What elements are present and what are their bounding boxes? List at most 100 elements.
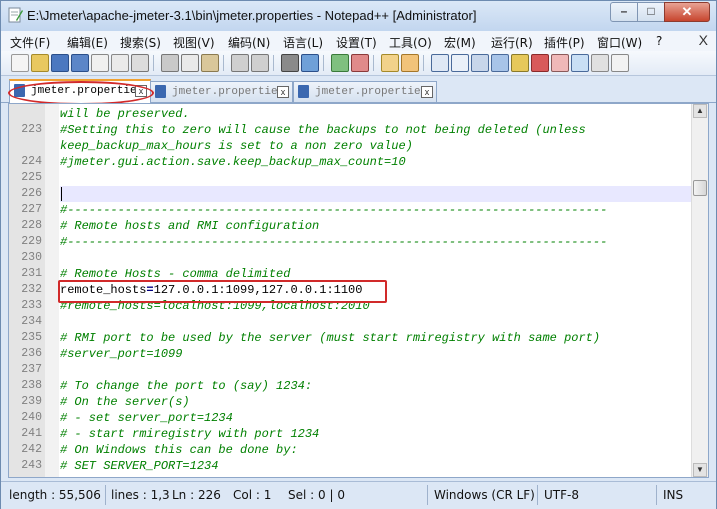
close-icon: ✕	[681, 4, 693, 19]
sync-horizontal-icon[interactable]	[401, 54, 419, 72]
minimize-button[interactable]: –	[610, 2, 638, 22]
code-line[interactable]: #jmeter.gui.action.save.keep_backup_max_…	[60, 154, 406, 170]
scroll-thumb[interactable]	[693, 180, 707, 196]
code-line[interactable]: # To change the port to (say) 1234:	[60, 378, 312, 394]
file-icon	[155, 85, 166, 98]
title-bar[interactable]: E:\Jmeter\apache-jmeter-3.1\bin\jmeter.p…	[1, 1, 716, 31]
line-number: 224	[21, 155, 42, 168]
close-file-icon[interactable]	[91, 54, 109, 72]
code-line[interactable]: # On the server(s)	[60, 394, 190, 410]
status-encoding[interactable]: UTF-8	[544, 486, 579, 504]
toolbar-separator	[423, 55, 424, 71]
open-file-icon[interactable]	[31, 54, 49, 72]
code-line[interactable]: # - set server_port=1234	[60, 410, 233, 426]
code-line[interactable]: #---------------------------------------…	[60, 234, 607, 250]
folder-workspace-icon[interactable]	[551, 54, 569, 72]
line-number: 232	[21, 283, 42, 296]
stop-macro-icon[interactable]	[611, 54, 629, 72]
user-language-icon[interactable]	[491, 54, 509, 72]
menu-run[interactable]: 运行(R)	[491, 34, 533, 51]
menu-tools[interactable]: 工具(O)	[389, 34, 432, 51]
code-line[interactable]: # RMI port to be used by the server (mus…	[60, 330, 600, 346]
fold-margin[interactable]	[45, 104, 59, 477]
print-icon[interactable]	[131, 54, 149, 72]
close-document-button[interactable]: X	[699, 32, 708, 48]
copy-icon[interactable]	[181, 54, 199, 72]
word-wrap-icon[interactable]	[431, 54, 449, 72]
status-bar: length : 55,506 lines : 1,3 Ln : 226 Col…	[1, 481, 716, 509]
line-number: 237	[21, 363, 42, 376]
close-button[interactable]: ✕	[664, 2, 710, 22]
toolbar	[1, 51, 716, 76]
scroll-up-icon[interactable]: ▲	[693, 104, 707, 118]
status-sel: Sel : 0 | 0	[288, 488, 345, 502]
monitoring-icon[interactable]	[571, 54, 589, 72]
code-line[interactable]: will be preserved.	[60, 106, 190, 122]
doc-map-icon[interactable]	[511, 54, 529, 72]
tab-label: jmeter.properties	[172, 86, 285, 98]
find-icon[interactable]	[281, 54, 299, 72]
line-number: 240	[21, 411, 42, 424]
redo-icon[interactable]	[251, 54, 269, 72]
record-macro-icon[interactable]	[591, 54, 609, 72]
zoom-out-icon[interactable]	[351, 54, 369, 72]
cut-icon[interactable]	[161, 54, 179, 72]
line-number: 234	[21, 315, 42, 328]
tab-label: jmeter.properties	[315, 86, 428, 98]
tab-jmeter-properties-2[interactable]: jmeter.properties x	[150, 81, 293, 102]
replace-icon[interactable]	[301, 54, 319, 72]
code-line[interactable]: # On Windows this can be done by:	[60, 442, 298, 458]
minimize-icon: –	[620, 4, 628, 18]
code-line[interactable]: keep_backup_max_hours is set to a non ze…	[60, 138, 413, 154]
menu-file[interactable]: 文件(F)	[10, 34, 50, 51]
line-number: 236	[21, 347, 42, 360]
line-number: 228	[21, 219, 42, 232]
indent-guide-icon[interactable]	[471, 54, 489, 72]
code-line[interactable]: # SET SERVER_PORT=1234	[60, 458, 218, 474]
menu-view[interactable]: 视图(V)	[173, 34, 215, 51]
tab-jmeter-properties-3[interactable]: jmeter.properties x	[293, 81, 437, 102]
save-icon[interactable]	[51, 54, 69, 72]
code-line[interactable]: #---------------------------------------…	[60, 202, 607, 218]
menu-help[interactable]: ?	[656, 34, 662, 48]
line-number: 238	[21, 379, 42, 392]
menu-macro[interactable]: 宏(M)	[444, 34, 476, 51]
notepadpp-icon	[8, 7, 23, 23]
menu-settings[interactable]: 设置(T)	[336, 34, 377, 51]
zoom-in-icon[interactable]	[331, 54, 349, 72]
line-number: 225	[21, 171, 42, 184]
menu-language[interactable]: 语言(L)	[283, 34, 323, 51]
code-line[interactable]: # Remote hosts and RMI configuration	[60, 218, 319, 234]
code-line[interactable]: #Setting this to zero will cause the bac…	[60, 122, 586, 138]
menu-edit[interactable]: 编辑(E)	[67, 34, 108, 51]
toolbar-separator	[153, 55, 154, 71]
close-all-icon[interactable]	[111, 54, 129, 72]
menu-search[interactable]: 搜索(S)	[120, 34, 161, 51]
function-list-icon[interactable]	[531, 54, 549, 72]
line-number: 231	[21, 267, 42, 280]
save-all-icon[interactable]	[71, 54, 89, 72]
show-all-chars-icon[interactable]	[451, 54, 469, 72]
status-eol[interactable]: Windows (CR LF)	[434, 486, 535, 504]
scroll-down-icon[interactable]: ▼	[693, 463, 707, 477]
sync-vertical-icon[interactable]	[381, 54, 399, 72]
tab-close-icon[interactable]: x	[277, 86, 289, 98]
menu-plugins[interactable]: 插件(P)	[544, 34, 585, 51]
status-separator	[537, 485, 538, 505]
line-number: 235	[21, 331, 42, 344]
tab-close-icon[interactable]: x	[421, 86, 433, 98]
code-line[interactable]: # - start rmiregistry with port 1234	[60, 426, 319, 442]
line-number: 227	[21, 203, 42, 216]
undo-icon[interactable]	[231, 54, 249, 72]
maximize-button[interactable]: □	[637, 2, 665, 22]
line-number: 239	[21, 395, 42, 408]
paste-icon[interactable]	[201, 54, 219, 72]
tab-highlight-annotation	[8, 81, 154, 105]
menu-encoding[interactable]: 编码(N)	[228, 34, 270, 51]
vertical-scrollbar[interactable]: ▲ ▼	[691, 104, 708, 477]
toolbar-separator	[373, 55, 374, 71]
new-file-icon[interactable]	[11, 54, 29, 72]
menu-window[interactable]: 窗口(W)	[597, 34, 642, 51]
code-line[interactable]: #server_port=1099	[60, 346, 182, 362]
line-number: 226	[21, 187, 42, 200]
